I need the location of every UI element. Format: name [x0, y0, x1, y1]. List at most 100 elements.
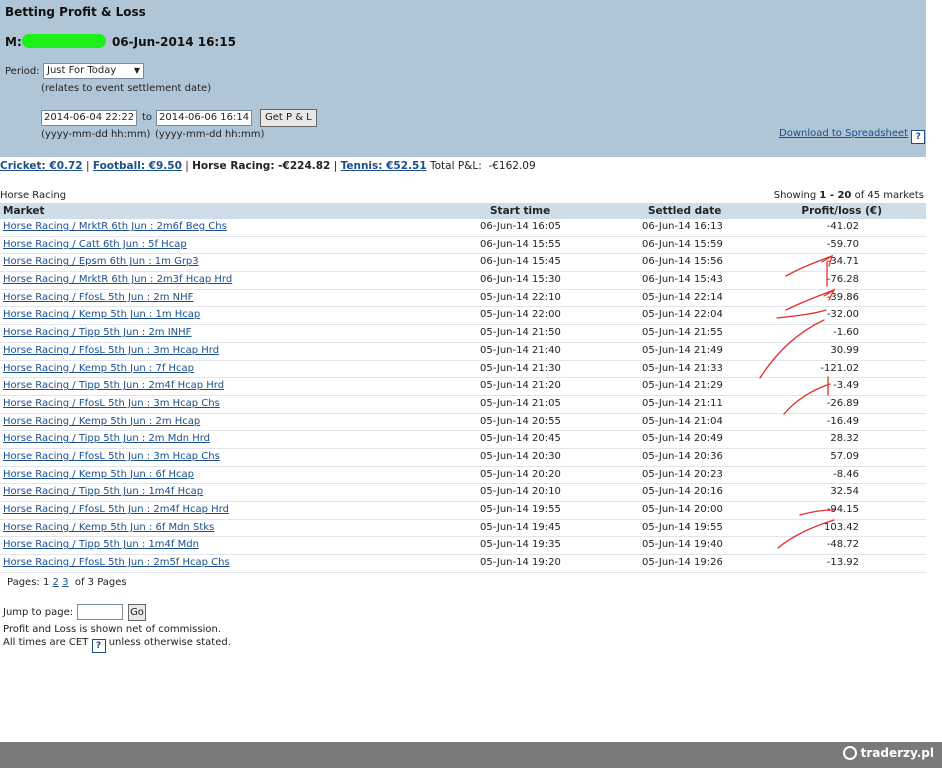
- settled-date-cell: 06-Jun-14 15:59: [642, 238, 723, 250]
- market-link[interactable]: Horse Racing / FfosL 5th Jun : 2m NHF: [3, 292, 193, 303]
- market-link[interactable]: Horse Racing / MrktR 6th Jun : 2m3f Hcap…: [3, 274, 232, 285]
- profit-loss-cell: -1.60: [833, 327, 859, 339]
- watermark-logo-icon: [842, 746, 857, 760]
- market-link[interactable]: Horse Racing / FfosL 5th Jun : 3m Hcap H…: [3, 345, 219, 356]
- settled-date-cell: 06-Jun-14 16:13: [642, 221, 723, 232]
- profit-loss-cell: -76.28: [826, 274, 859, 286]
- jump-page-input[interactable]: [77, 604, 123, 620]
- market-link[interactable]: Horse Racing / Kemp 5th Jun : 6f Mdn Stk…: [3, 522, 214, 533]
- from-format-hint: (yyyy-mm-dd hh:mm): [41, 129, 151, 140]
- showing-suffix: of 45 markets: [854, 190, 924, 201]
- go-button[interactable]: Go: [128, 604, 146, 621]
- page-title: Betting Profit & Loss: [5, 5, 146, 19]
- market-link[interactable]: Horse Racing / Tipp 5th Jun : 2m Mdn Hrd: [3, 433, 210, 444]
- showing-count: Showing 1 - 20 of 45 markets: [774, 190, 924, 201]
- table-row: Horse Racing / MrktR 6th Jun : 2m6f Beg …: [0, 219, 926, 237]
- period-select[interactable]: Just For Today ▼: [43, 63, 144, 79]
- market-link[interactable]: Horse Racing / Tipp 5th Jun : 2m INHF: [3, 327, 191, 338]
- profit-loss-cell: -34.71: [826, 256, 859, 268]
- market-link[interactable]: Horse Racing / Epsm 6th Jun : 1m Grp3: [3, 256, 199, 267]
- horse-racing-total: Horse Racing: -€224.82: [192, 160, 331, 172]
- settled-date-cell: 05-Jun-14 21:49: [642, 344, 723, 356]
- col-start-time[interactable]: Start time: [490, 205, 550, 217]
- start-time-cell: 05-Jun-14 21:50: [480, 327, 561, 339]
- page-2-link[interactable]: 2: [53, 577, 59, 588]
- settled-date-cell: 05-Jun-14 20:00: [642, 504, 723, 515]
- start-time-cell: 05-Jun-14 20:30: [480, 450, 561, 462]
- table-row: Horse Racing / Kemp 5th Jun : 7f Hcap 05-…: [0, 361, 926, 379]
- download-spreadsheet-link[interactable]: Download to Spreadsheet: [779, 128, 908, 139]
- redaction-mark: [21, 34, 106, 48]
- account-datetime: 06-Jun-2014 16:15: [111, 35, 236, 49]
- market-link[interactable]: Horse Racing / MrktR 6th Jun : 2m6f Beg …: [3, 221, 227, 232]
- start-time-cell: 05-Jun-14 19:45: [480, 521, 561, 533]
- market-link[interactable]: Horse Racing / FfosL 5th Jun : 3m Hcap C…: [3, 451, 220, 462]
- settled-date-cell: 05-Jun-14 22:14: [642, 291, 723, 303]
- watermark-text: traderzy.pl: [860, 746, 934, 760]
- help-icon[interactable]: ?: [911, 130, 926, 144]
- settled-date-cell: 05-Jun-14 21:29: [642, 380, 723, 392]
- start-time-cell: 05-Jun-14 19:20: [480, 557, 561, 569]
- from-date-input[interactable]: 2014-06-04 22:22: [41, 110, 138, 126]
- table-header: Market Start time Settled date Profit/lo…: [0, 203, 926, 219]
- settled-date-cell: 05-Jun-14 21:11: [642, 397, 723, 409]
- profit-loss-cell: -3.49: [833, 380, 859, 392]
- market-link[interactable]: Horse Racing / FfosL 5th Jun : 2m5f Hcap…: [3, 557, 230, 568]
- market-link[interactable]: Horse Racing / Kemp 5th Jun : 7f Hcap: [3, 363, 194, 374]
- table-row: Horse Racing / FfosL 5th Jun : 2m4f Hcap…: [0, 502, 926, 520]
- get-pl-button[interactable]: Get P & L: [260, 109, 317, 127]
- settled-date-cell: 05-Jun-14 20:16: [642, 486, 723, 498]
- market-link[interactable]: Horse Racing / FfosL 5th Jun : 3m Hcap C…: [3, 398, 220, 409]
- profit-loss-cell: -26.89: [826, 397, 859, 409]
- start-time-cell: 05-Jun-14 21:30: [480, 362, 561, 374]
- football-link[interactable]: Football: €9.50: [93, 160, 182, 172]
- period-select-value: Just For Today: [47, 65, 117, 76]
- profit-loss-cell: 103.42: [824, 521, 859, 533]
- tennis-link[interactable]: Tennis: €52.51: [341, 160, 427, 172]
- table-row: Horse Racing / Kemp 5th Jun : 6f Mdn Stk…: [0, 520, 926, 538]
- start-time-cell: 05-Jun-14 20:10: [480, 486, 561, 498]
- start-time-cell: 05-Jun-14 20:55: [480, 415, 561, 427]
- market-link[interactable]: Horse Racing / FfosL 5th Jun : 2m4f Hcap…: [3, 504, 229, 515]
- col-settled-date[interactable]: Settled date: [648, 205, 721, 217]
- table-row: Horse Racing / Catt 6th Jun : 5f Hcap 06-…: [0, 237, 926, 255]
- market-link[interactable]: Horse Racing / Tipp 5th Jun : 1m4f Hcap: [3, 486, 203, 497]
- showing-prefix: Showing: [773, 190, 817, 201]
- table-row: Horse Racing / FfosL 5th Jun : 3m Hcap H…: [0, 343, 926, 361]
- download-spreadsheet: Download to Spreadsheet ?: [779, 128, 926, 144]
- profit-loss-cell: 28.32: [830, 433, 859, 445]
- table-row: Horse Racing / MrktR 6th Jun : 2m3f Hcap…: [0, 272, 926, 290]
- timezone-prefix: All times are CET: [3, 637, 89, 648]
- profit-loss-cell: -32.00: [826, 309, 859, 321]
- market-link[interactable]: Horse Racing / Tipp 5th Jun : 1m4f Mdn: [3, 539, 199, 550]
- profit-loss-cell: -13.92: [826, 557, 859, 569]
- start-time-cell: 06-Jun-14 15:30: [480, 274, 561, 286]
- to-format-hint: (yyyy-mm-dd hh:mm): [155, 129, 265, 140]
- watermark-bar: traderzy.pl: [0, 742, 942, 768]
- start-time-cell: 06-Jun-14 15:55: [480, 238, 561, 250]
- market-link[interactable]: Horse Racing / Kemp 5th Jun : 1m Hcap: [3, 309, 200, 320]
- table-row: Horse Racing / Tipp 5th Jun : 2m Mdn Hrd…: [0, 431, 926, 449]
- section-title: Horse Racing: [0, 190, 67, 201]
- profit-loss-cell: 30.99: [830, 344, 859, 356]
- table-row: Horse Racing / Kemp 5th Jun : 1m Hcap 05-…: [0, 307, 926, 326]
- help-icon[interactable]: ?: [91, 639, 106, 653]
- to-date-input[interactable]: 2014-06-06 16:14: [156, 110, 253, 126]
- table-row: Horse Racing / FfosL 5th Jun : 3m Hcap C…: [0, 396, 926, 414]
- table-row: Horse Racing / Tipp 5th Jun : 1m4f Hcap 0…: [0, 484, 926, 502]
- col-profit-loss[interactable]: Profit/loss (€): [790, 205, 882, 217]
- market-link[interactable]: Horse Racing / Tipp 5th Jun : 2m4f Hcap …: [3, 380, 224, 391]
- settled-date-cell: 05-Jun-14 19:55: [642, 521, 723, 533]
- market-link[interactable]: Horse Racing / Kemp 5th Jun : 2m Hcap: [3, 416, 200, 427]
- market-link[interactable]: Horse Racing / Catt 6th Jun : 5f Hcap: [3, 239, 187, 250]
- table-row: Horse Racing / Kemp 5th Jun : 6f Hcap 05-…: [0, 467, 926, 485]
- settled-date-cell: 06-Jun-14 15:43: [642, 274, 723, 286]
- page-3-link[interactable]: 3: [62, 577, 68, 588]
- table-row: Horse Racing / FfosL 5th Jun : 2m5f Hcap…: [0, 555, 926, 573]
- table-row: Horse Racing / Tipp 5th Jun : 2m INHF 05-…: [0, 325, 926, 343]
- market-link[interactable]: Horse Racing / Kemp 5th Jun : 6f Hcap: [3, 469, 194, 480]
- col-market[interactable]: Market: [3, 205, 45, 217]
- cricket-link[interactable]: Cricket: €0.72: [0, 160, 83, 172]
- account-prefix: M:: [5, 35, 22, 49]
- commission-note: Profit and Loss is shown net of commissi…: [3, 624, 222, 635]
